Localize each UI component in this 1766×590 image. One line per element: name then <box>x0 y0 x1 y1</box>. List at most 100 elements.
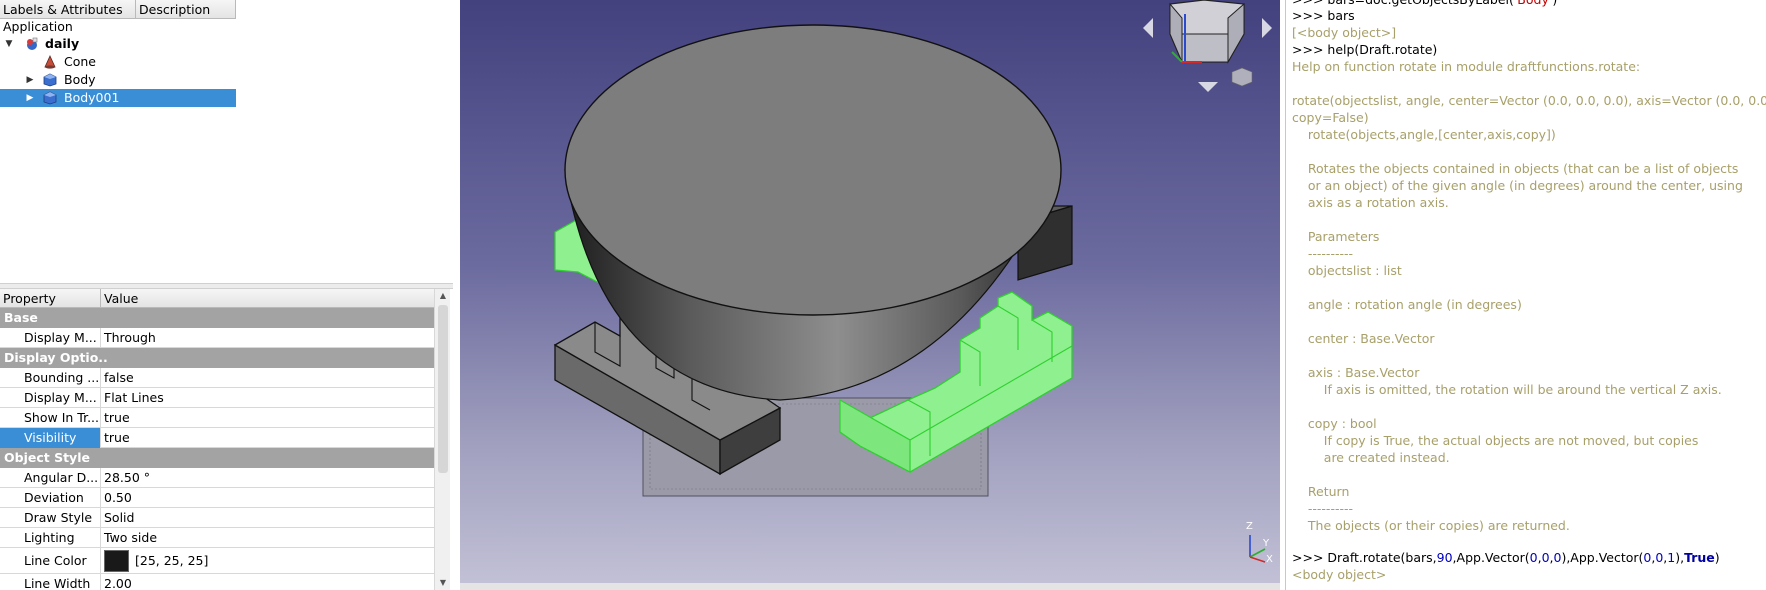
console-line: or an object) of the given angle (in deg… <box>1292 178 1743 193</box>
console-line: are created instead. <box>1292 450 1450 465</box>
property-editor[interactable]: Property Value Base Display M... Through… <box>0 289 453 590</box>
document-icon <box>25 37 39 51</box>
property-row[interactable]: Bounding ... false <box>0 368 434 388</box>
tree-item-document[interactable]: ▼ daily <box>0 35 236 53</box>
model-tree[interactable]: Labels & Attributes Description Applicat… <box>0 0 453 283</box>
axis-label-z: Z <box>1246 521 1253 532</box>
property-header: Property Value <box>0 289 434 308</box>
expanded-arrow-icon[interactable]: ▼ <box>4 35 14 53</box>
column-property[interactable]: Property <box>0 289 101 308</box>
color-swatch[interactable] <box>104 549 129 572</box>
property-value[interactable]: Through <box>101 328 434 348</box>
3d-scene[interactable] <box>460 0 1280 590</box>
rotate-left-arrow-icon[interactable] <box>1143 18 1153 38</box>
console-line: Rotates the objects contained in objects… <box>1292 161 1739 176</box>
column-labels-attributes[interactable]: Labels & Attributes <box>0 0 136 19</box>
property-row[interactable]: Display M... Flat Lines <box>0 388 434 408</box>
property-name: Deviation <box>0 488 101 508</box>
console-line: center : Base.Vector <box>1292 331 1435 346</box>
console-line: Parameters <box>1292 229 1380 244</box>
property-name: Lighting <box>0 528 101 548</box>
property-value[interactable]: true <box>101 428 434 448</box>
tree-item-body[interactable]: ▶ Body <box>0 71 236 89</box>
line-color-value[interactable]: [25, 25, 25] <box>101 548 434 574</box>
scroll-thumb[interactable] <box>438 305 448 473</box>
property-name: Show In Tr... <box>0 408 101 428</box>
rotate-right-arrow-icon[interactable] <box>1262 18 1272 38</box>
rotate-down-arrow-icon[interactable] <box>1198 82 1218 92</box>
view-tab-bar[interactable] <box>460 583 1280 590</box>
axis-label-y: Y <box>1263 538 1270 549</box>
console-line: rotate(objectslist, angle, center=Vector… <box>1292 93 1766 108</box>
property-name: Line Color <box>0 548 101 574</box>
property-value[interactable]: Flat Lines <box>101 388 434 408</box>
scroll-up-arrow-icon[interactable]: ▲ <box>435 289 451 303</box>
property-value[interactable]: false <box>101 368 434 388</box>
property-value[interactable]: 0.50 <box>101 488 434 508</box>
group-base[interactable]: Base <box>0 308 434 328</box>
group-object-style[interactable]: Object Style <box>0 448 434 468</box>
console-line: ---------- <box>1292 501 1353 516</box>
property-name: Visibility <box>0 428 101 448</box>
column-value[interactable]: Value <box>101 289 434 308</box>
document-label: daily <box>45 36 80 51</box>
console-line: Help on function rotate in module draftf… <box>1292 59 1641 74</box>
console-line: Return <box>1292 484 1350 499</box>
console-line: copy=False) <box>1292 110 1369 125</box>
navigation-cube[interactable] <box>1169 0 1245 66</box>
view-menu-cube-icon[interactable] <box>1231 67 1253 87</box>
property-row[interactable]: Display M... Through <box>0 328 434 348</box>
property-value[interactable]: Two side <box>101 528 434 548</box>
tree-root-application[interactable]: Application <box>0 18 236 36</box>
property-scrollbar[interactable]: ▲ ▼ <box>434 289 450 590</box>
column-description[interactable]: Description <box>136 0 236 19</box>
property-value: [25, 25, 25] <box>135 553 209 568</box>
console-command-line: >>> Draft.rotate(bars,90,App.Vector(0,0,… <box>1292 550 1720 565</box>
property-row[interactable]: Angular D... 28.50 ° <box>0 468 434 488</box>
property-row[interactable]: Deviation 0.50 <box>0 488 434 508</box>
body-icon <box>43 73 57 87</box>
group-display-options[interactable]: Display Optio.. <box>0 348 434 368</box>
property-value[interactable]: Solid <box>101 508 434 528</box>
python-console[interactable]: >>> bars=doc.getObjectsByLabel('Body') >… <box>1285 0 1766 590</box>
console-line: The objects (or their copies) are return… <box>1292 518 1570 533</box>
console-line: If axis is omitted, the rotation will be… <box>1292 382 1722 397</box>
tree-item-label: Cone <box>64 54 96 69</box>
property-value[interactable]: true <box>101 408 434 428</box>
console-line: rotate(objects,angle,[center,axis,copy]) <box>1292 127 1556 142</box>
property-name: Display M... <box>0 388 101 408</box>
property-row-selected[interactable]: Visibility true <box>0 428 434 448</box>
property-row[interactable]: Draw Style Solid <box>0 508 434 528</box>
property-name: Draw Style <box>0 508 101 528</box>
body-icon <box>43 91 57 105</box>
console-line: axis : Base.Vector <box>1292 365 1420 380</box>
tree-header: Labels & Attributes Description <box>0 0 236 19</box>
property-row[interactable]: Lighting Two side <box>0 528 434 548</box>
console-line: <body object> <box>1292 567 1387 582</box>
tree-root-label: Application <box>3 19 73 34</box>
scroll-down-arrow-icon[interactable]: ▼ <box>435 576 451 590</box>
property-row[interactable]: Show In Tr... true <box>0 408 434 428</box>
property-value[interactable]: 28.50 ° <box>101 468 434 488</box>
console-line: >>> bars=doc.getObjectsByLabel('Body') <box>1292 0 1557 8</box>
tree-item-cone[interactable]: Cone <box>0 53 236 71</box>
cone-top-face[interactable] <box>564 24 1062 316</box>
property-name: Line Width <box>0 574 101 590</box>
console-line: If copy is True, the actual objects are … <box>1292 433 1699 448</box>
property-value[interactable]: 2.00 <box>101 574 434 590</box>
tree-item-body001[interactable]: ▶ Body001 <box>0 89 236 107</box>
console-line: ---------- <box>1292 246 1353 261</box>
console-line: axis as a rotation axis. <box>1292 195 1449 210</box>
property-row[interactable]: Line Width 2.00 <box>0 574 434 590</box>
console-line: angle : rotation angle (in degrees) <box>1292 297 1522 312</box>
cone-icon <box>43 55 57 69</box>
property-name: Bounding ... <box>0 368 101 388</box>
3d-view[interactable]: Z Y X <box>460 0 1280 590</box>
collapsed-arrow-icon[interactable]: ▶ <box>25 89 35 107</box>
collapsed-arrow-icon[interactable]: ▶ <box>25 71 35 89</box>
combo-view-panel: Labels & Attributes Description Applicat… <box>0 0 453 590</box>
console-line: objectslist : list <box>1292 263 1402 278</box>
tree-item-label: Body <box>64 72 96 87</box>
property-name: Angular D... <box>0 468 101 488</box>
property-row[interactable]: Line Color [25, 25, 25] <box>0 548 434 574</box>
